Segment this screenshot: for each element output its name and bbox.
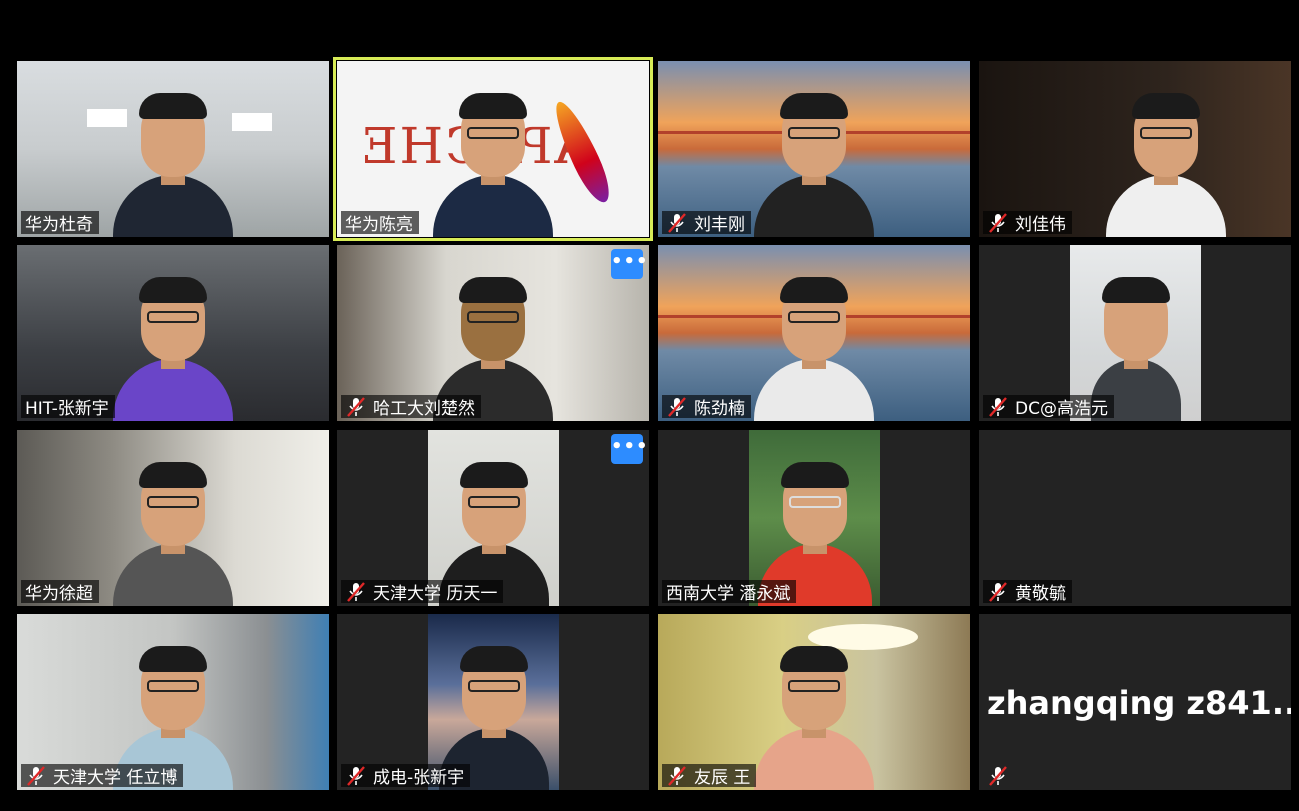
participant-tile[interactable]: ••• 哈工大刘楚然	[337, 245, 649, 421]
participant-name: 陈劲楠	[694, 399, 745, 419]
participant-name: 华为陈亮	[345, 215, 413, 235]
participant-nameplate: 陈劲楠	[662, 395, 751, 419]
participant-name: 刘佳伟	[1015, 215, 1066, 235]
participant-nameplate: 华为陈亮	[341, 211, 419, 235]
participant-person	[734, 271, 894, 421]
participant-nameplate: 哈工大刘楚然	[341, 395, 481, 419]
mic-muted-icon	[987, 765, 1009, 786]
participant-person	[734, 87, 894, 237]
mic-muted-icon	[345, 396, 367, 417]
participant-tile[interactable]: 华为徐超	[17, 430, 329, 606]
participant-nameplate: DC@高浩元	[983, 395, 1114, 419]
participant-tile[interactable]: 刘佳伟	[979, 61, 1291, 237]
participant-person	[734, 640, 894, 790]
participant-name: HIT-张新宇	[25, 399, 109, 419]
more-options-button[interactable]: •••	[611, 434, 648, 464]
participant-tile-video-off[interactable]: zhangqing z841...	[979, 614, 1291, 790]
participant-person	[93, 87, 253, 237]
mic-muted-icon	[345, 581, 367, 602]
participant-name: 哈工大刘楚然	[373, 399, 475, 419]
participant-nameplate: 刘丰刚	[662, 211, 751, 235]
participant-name: 天津大学 历天一	[373, 584, 498, 604]
participant-name: DC@高浩元	[1015, 399, 1108, 419]
participant-nameplate: 华为徐超	[21, 580, 99, 604]
mic-muted-icon	[987, 581, 1009, 602]
participant-nameplate: 成电-张新宇	[341, 764, 471, 788]
participant-tile[interactable]: 刘丰刚	[658, 61, 970, 237]
participant-name: 黄敬毓	[1015, 584, 1066, 604]
mic-muted-icon	[666, 765, 688, 786]
participant-nameplate	[983, 764, 1021, 787]
participant-tile[interactable]: ••• 天津大学 历天一	[337, 430, 649, 606]
participant-nameplate: HIT-张新宇	[21, 395, 115, 419]
participant-name: 天津大学 任立博	[53, 768, 178, 788]
participant-name: 刘丰刚	[694, 215, 745, 235]
participant-tile[interactable]: 陈劲楠	[658, 245, 970, 421]
mic-muted-icon	[666, 212, 688, 233]
participant-person	[93, 456, 253, 606]
participant-display-name: zhangqing z841...	[987, 684, 1291, 722]
participant-tile-active-speaker[interactable]: APACHE 华为陈亮	[333, 57, 653, 241]
mic-muted-icon	[666, 396, 688, 417]
participant-person	[1086, 87, 1246, 237]
mic-muted-icon	[25, 765, 47, 786]
participant-person	[413, 87, 573, 237]
mic-muted-icon	[345, 765, 367, 786]
participant-tile[interactable]: 成电-张新宇	[337, 614, 649, 790]
participant-name: 西南大学 潘永斌	[666, 584, 791, 604]
participant-nameplate: 刘佳伟	[983, 211, 1072, 235]
participant-nameplate: 西南大学 潘永斌	[662, 580, 797, 604]
participant-tile[interactable]: 天津大学 任立博	[17, 614, 329, 790]
participant-nameplate: 友辰 王	[662, 764, 757, 788]
participant-tile[interactable]: 西南大学 潘永斌	[658, 430, 970, 606]
participant-name: 华为杜奇	[25, 215, 93, 235]
participant-tile[interactable]: DC@高浩元	[979, 245, 1291, 421]
participant-nameplate: 黄敬毓	[983, 580, 1072, 604]
participant-tile[interactable]: 华为杜奇	[17, 61, 329, 237]
participant-name: 成电-张新宇	[373, 768, 465, 788]
participant-tile-video-off[interactable]: 黄敬毓	[979, 430, 1291, 606]
participant-name: 华为徐超	[25, 584, 93, 604]
participant-nameplate: 天津大学 任立博	[21, 764, 184, 788]
participant-tile[interactable]: 友辰 王	[658, 614, 970, 790]
participant-name: 友辰 王	[694, 768, 751, 788]
mic-muted-icon	[987, 212, 1009, 233]
participant-nameplate: 华为杜奇	[21, 211, 99, 235]
participant-person	[93, 271, 253, 421]
participant-tile[interactable]: HIT-张新宇	[17, 245, 329, 421]
participant-nameplate: 天津大学 历天一	[341, 580, 504, 604]
mic-muted-icon	[987, 396, 1009, 417]
more-options-button[interactable]: •••	[611, 249, 648, 279]
